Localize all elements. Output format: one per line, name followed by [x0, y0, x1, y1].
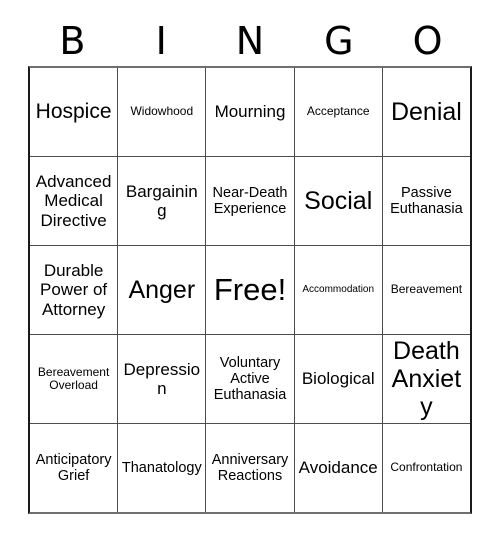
bingo-cell[interactable]: Biological — [294, 335, 383, 423]
bingo-grid: Hospice Widowhood Mourning Acceptance De… — [28, 66, 472, 514]
bingo-cell-free[interactable]: Free! — [206, 246, 295, 334]
header-letter-n: N — [235, 19, 265, 63]
bingo-cell[interactable]: Acceptance — [294, 68, 383, 156]
bingo-cell-label: Anniversary Reactions — [211, 451, 289, 484]
bingo-cell-label: Bereavement Overload — [37, 364, 110, 392]
bingo-cell-label: Free! — [213, 271, 287, 307]
bingo-cell[interactable]: Near-Death Experience — [206, 157, 295, 245]
bingo-cell[interactable]: Durable Power of Attorney — [30, 246, 119, 334]
bingo-row: Advanced Medical Directive Bargaining Ne… — [30, 157, 471, 246]
bingo-header: B I N G O — [28, 16, 472, 66]
bingo-cell-label: Acceptance — [306, 104, 370, 119]
bingo-cell-label: Avoidance — [298, 458, 378, 478]
bingo-cell[interactable]: Anniversary Reactions — [206, 424, 295, 512]
bingo-cell[interactable]: Confrontation — [382, 424, 471, 512]
bingo-row: Bereavement Overload Depression Voluntar… — [30, 335, 471, 424]
bingo-cell-label: Anticipatory Grief — [35, 451, 112, 484]
bingo-cell-label: Mourning — [214, 102, 286, 122]
bingo-row: Anticipatory Grief Thanatology Anniversa… — [30, 424, 471, 512]
bingo-cell[interactable]: Bereavement Overload — [30, 335, 119, 423]
bingo-cell-label: Hospice — [35, 100, 112, 124]
bingo-cell[interactable]: Advanced Medical Directive — [30, 157, 119, 245]
bingo-cell-label: Near-Death Experience — [212, 184, 288, 217]
bingo-cell[interactable]: Passive Euthanasia — [382, 157, 471, 245]
bingo-cell-label: Passive Euthanasia — [390, 184, 463, 217]
bingo-cell-label: Accommodation — [302, 284, 375, 296]
bingo-cell-label: Advanced Medical Directive — [35, 172, 112, 230]
bingo-cell[interactable]: Mourning — [206, 68, 295, 156]
bingo-cell[interactable]: Thanatology — [118, 424, 207, 512]
bingo-cell-label: Voluntary Active Euthanasia — [213, 354, 287, 404]
header-letter-o: O — [412, 19, 443, 63]
bingo-cell[interactable]: Accommodation — [294, 246, 383, 334]
bingo-row: Hospice Widowhood Mourning Acceptance De… — [30, 68, 471, 157]
bingo-cell[interactable]: Bereavement — [382, 246, 471, 334]
bingo-cell-label: Bargaining — [125, 181, 198, 220]
bingo-cell-label: Death Anxiety — [391, 337, 462, 421]
bingo-cell[interactable]: Hospice — [30, 68, 119, 156]
bingo-cell[interactable]: Bargaining — [118, 157, 207, 245]
bingo-cell-label: Anger — [128, 276, 196, 304]
bingo-card: B I N G O Hospice Widowhood Mourning Acc… — [28, 16, 472, 514]
bingo-cell-label: Biological — [301, 369, 375, 389]
bingo-cell[interactable]: Anger — [118, 246, 207, 334]
bingo-cell[interactable]: Widowhood — [118, 68, 207, 156]
bingo-cell-label: Denial — [390, 98, 462, 126]
bingo-cell[interactable]: Depression — [118, 335, 207, 423]
bingo-cell-label: Widowhood — [130, 104, 194, 119]
header-letter-g: G — [324, 19, 354, 63]
bingo-cell[interactable]: Denial — [382, 68, 471, 156]
bingo-cell-label: Social — [304, 187, 373, 215]
bingo-cell[interactable]: Anticipatory Grief — [30, 424, 119, 512]
bingo-cell[interactable]: Avoidance — [294, 424, 383, 512]
bingo-cell-label: Depression — [123, 359, 201, 398]
bingo-cell[interactable]: Social — [294, 157, 383, 245]
bingo-row: Durable Power of Attorney Anger Free! Ac… — [30, 246, 471, 335]
bingo-cell-label: Durable Power of Attorney — [40, 261, 108, 319]
header-letter-b: B — [59, 19, 86, 63]
bingo-cell-label: Bereavement — [390, 282, 463, 297]
bingo-cell-label: Thanatology — [121, 459, 202, 476]
bingo-cell[interactable]: Voluntary Active Euthanasia — [206, 335, 295, 423]
bingo-cell-label: Confrontation — [390, 460, 463, 475]
bingo-cell[interactable]: Death Anxiety — [382, 335, 471, 423]
header-letter-i: I — [155, 19, 167, 63]
